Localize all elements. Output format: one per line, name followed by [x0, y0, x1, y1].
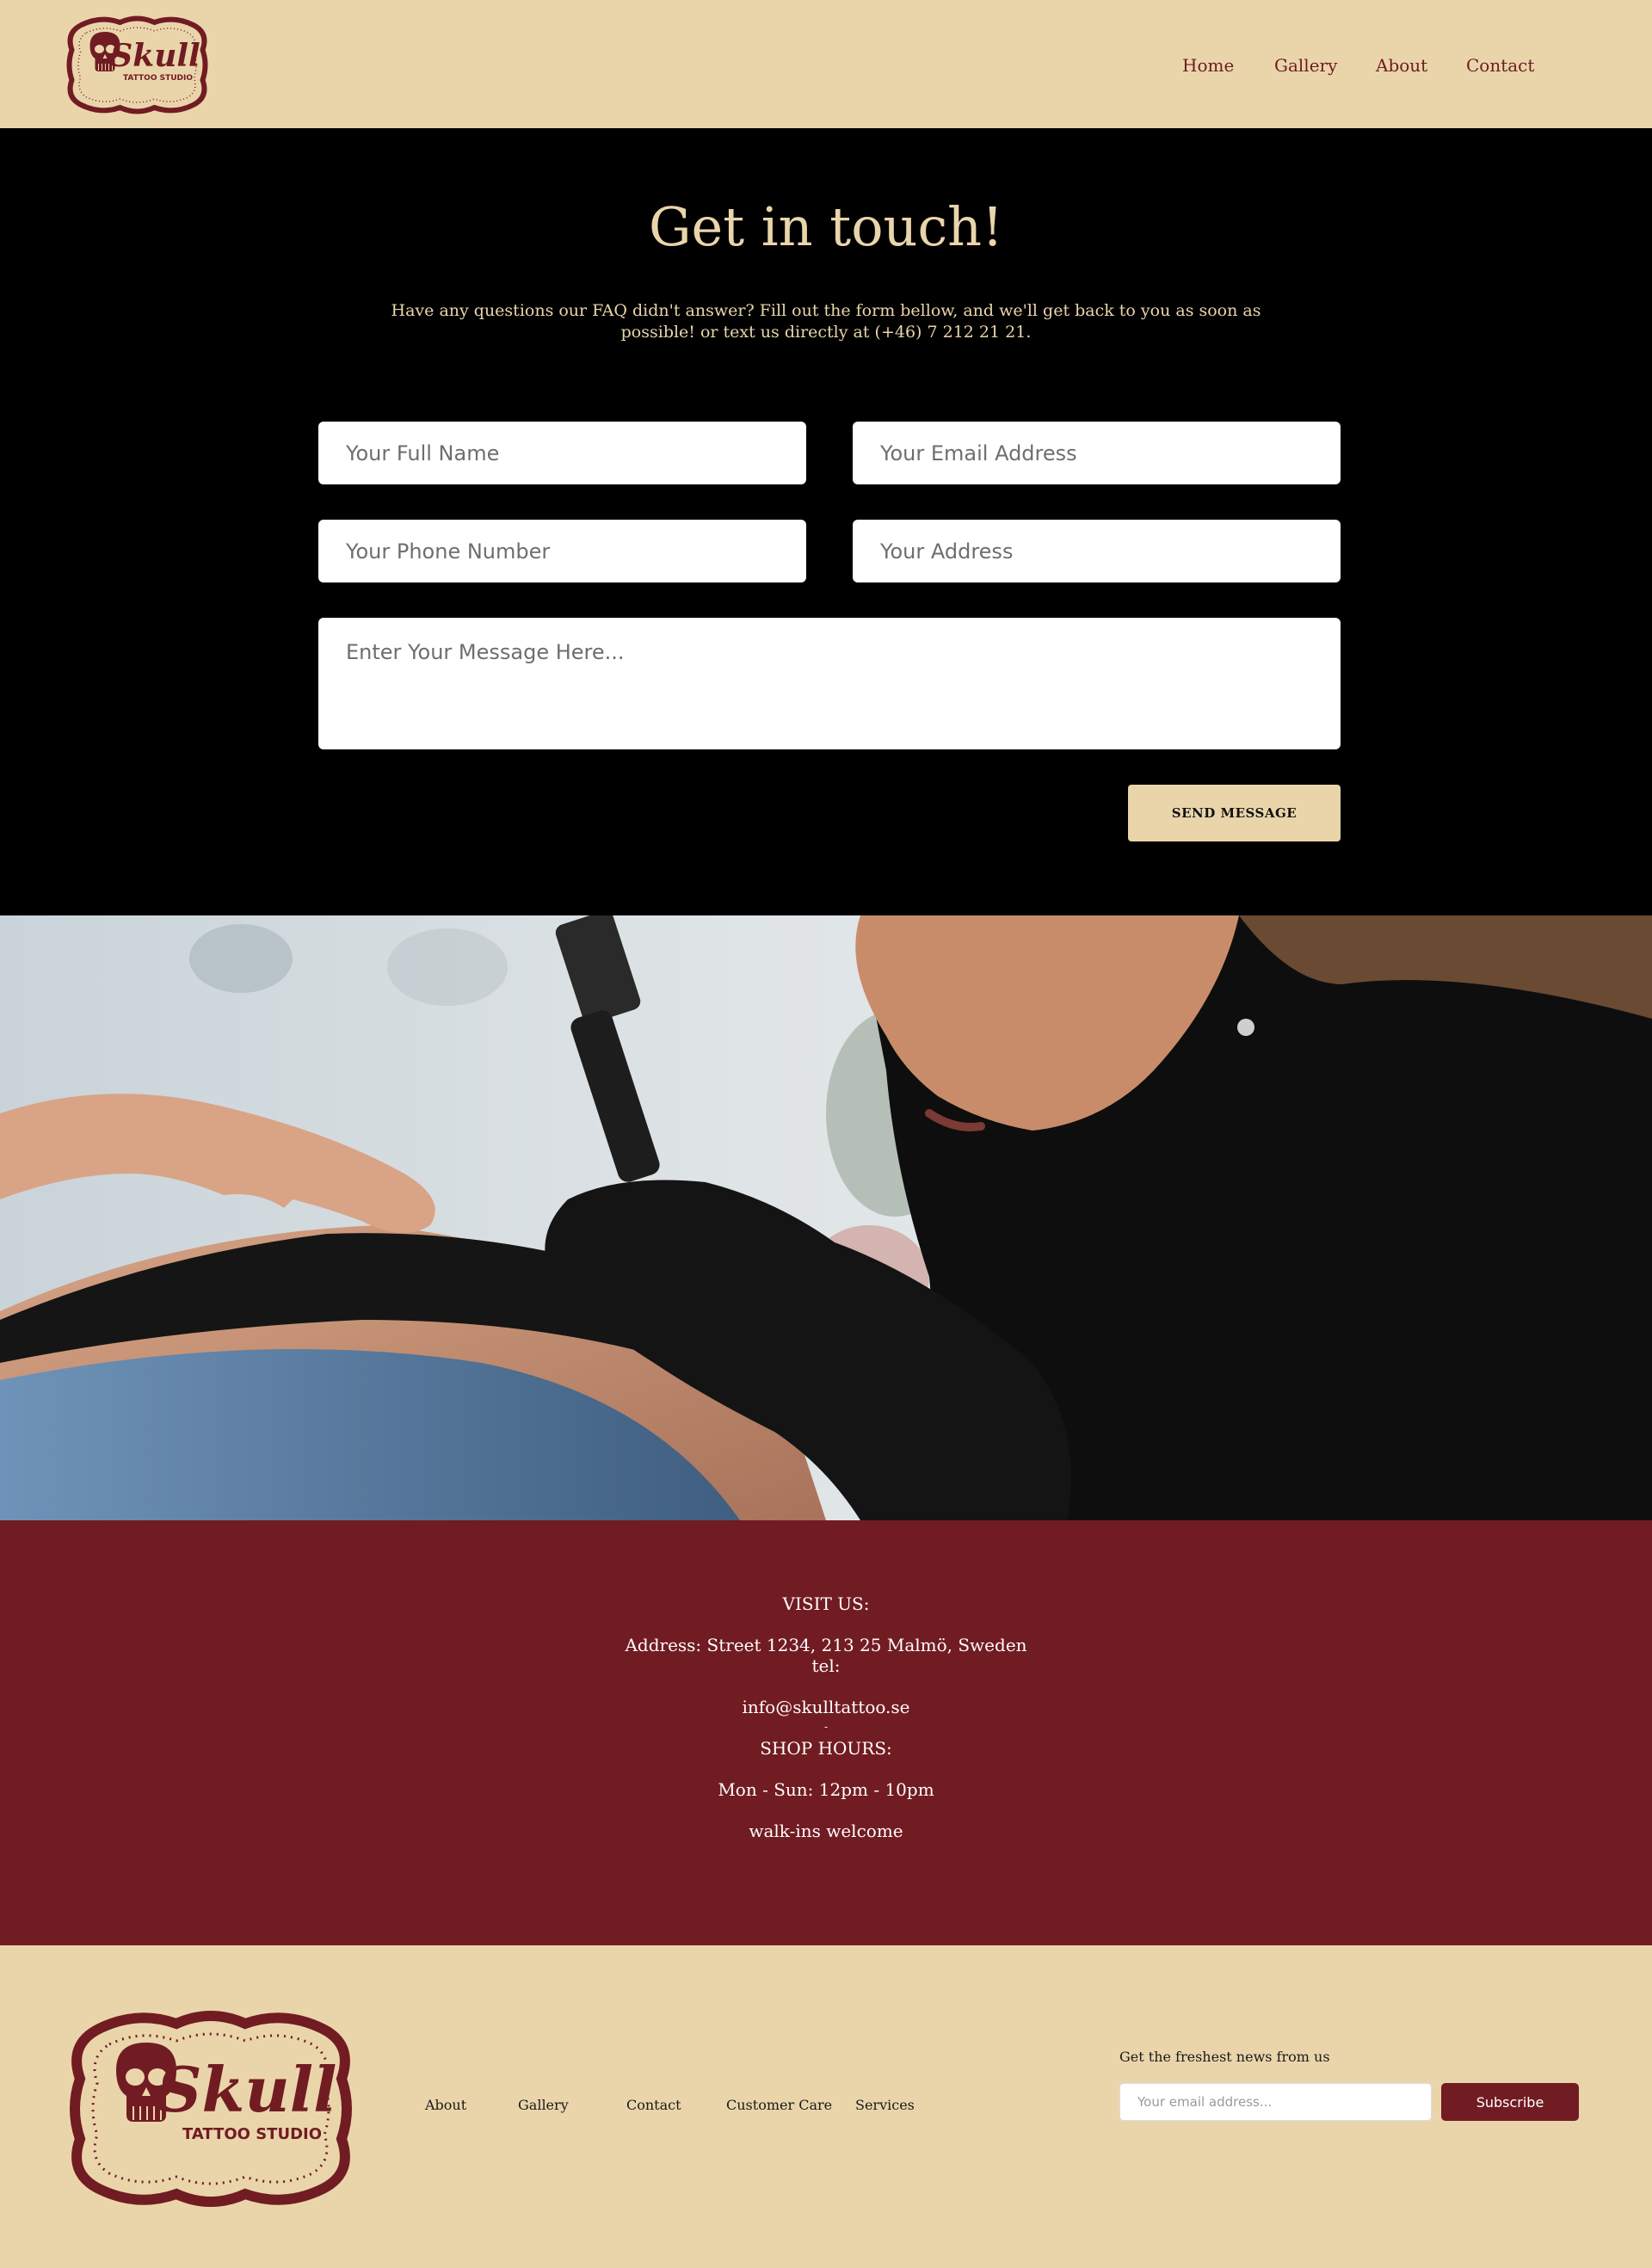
logo-wordmark: Skull: [110, 38, 200, 74]
message-textarea[interactable]: [318, 618, 1341, 749]
contact-intro: Have any questions our FAQ didn't answer…: [391, 301, 1261, 342]
subscribe-button[interactable]: Subscribe: [1441, 2083, 1579, 2121]
site-footer: Skull TATTOO STUDIO About Gallery Contac…: [0, 1945, 1652, 2268]
visit-section: VISIT US: Address: Street 1234, 213 25 M…: [0, 1520, 1652, 1945]
footer-link-about[interactable]: About: [425, 2097, 466, 2113]
newsletter-label: Get the freshest news from us: [1119, 2049, 1330, 2065]
newsletter-email-input[interactable]: [1119, 2083, 1432, 2121]
footer-logo-wordmark: Skull: [157, 2053, 337, 2126]
visit-heading: VISIT US:: [782, 1593, 870, 1614]
footer-link-gallery[interactable]: Gallery: [518, 2097, 569, 2113]
visit-tel: tel:: [811, 1655, 841, 1676]
footer-skull-logo[interactable]: Skull TATTOO STUDIO: [64, 2010, 358, 2208]
send-message-button[interactable]: SEND MESSAGE: [1128, 785, 1341, 841]
nav-home[interactable]: Home: [1182, 55, 1234, 76]
footer-logo-subtitle: TATTOO STUDIO: [182, 2125, 322, 2143]
walkins-note: walk-ins welcome: [749, 1821, 903, 1841]
skull-logo[interactable]: Skull TATTOO STUDIO: [63, 15, 212, 114]
nav-about[interactable]: About: [1376, 55, 1427, 76]
address-input[interactable]: [853, 520, 1341, 582]
footer-link-customer-care[interactable]: Customer Care: [726, 2097, 832, 2113]
nav-gallery[interactable]: Gallery: [1274, 55, 1337, 76]
contact-section: Get in touch! Have any questions our FAQ…: [0, 128, 1652, 915]
phone-input[interactable]: [318, 520, 806, 582]
page-title: Get in touch!: [648, 195, 1004, 258]
visit-address: Address: Street 1234, 213 25 Malmö, Swed…: [625, 1635, 1027, 1655]
full-name-input[interactable]: [318, 422, 806, 484]
email-input[interactable]: [853, 422, 1341, 484]
visit-email[interactable]: info@skulltattoo.se: [0, 1697, 1652, 1718]
shop-hours-heading: SHOP HOURS:: [760, 1738, 892, 1759]
footer-link-contact[interactable]: Contact: [626, 2097, 681, 2113]
nav-contact[interactable]: Contact: [1466, 55, 1534, 76]
tattoo-artist-photo: [0, 915, 1652, 1520]
site-header: Skull TATTOO STUDIO Home Gallery About C…: [0, 0, 1652, 128]
footer-link-services[interactable]: Services: [855, 2097, 915, 2113]
visit-separator: -: [823, 1721, 829, 1733]
shop-hours: Mon - Sun: 12pm - 10pm: [718, 1779, 934, 1800]
logo-subtitle: TATTOO STUDIO: [123, 74, 193, 83]
